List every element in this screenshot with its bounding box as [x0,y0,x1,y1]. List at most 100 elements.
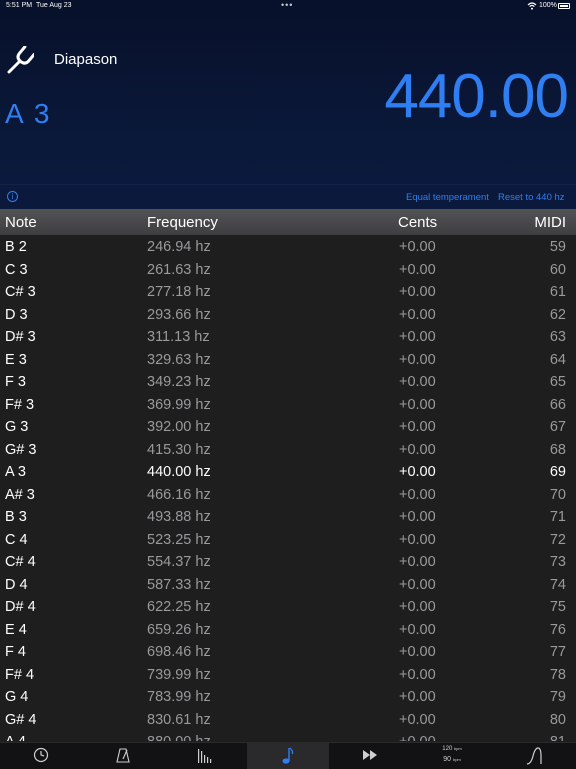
table-row[interactable]: B 3 493.88 hz +0.00 71 [0,506,576,529]
frequency-dot: . [484,62,502,131]
app-title: Diapason [54,51,118,68]
note-cell: A 4 [5,734,26,741]
table-row[interactable]: A# 3 466.16 hz +0.00 70 [0,484,576,507]
spectrum-icon [198,749,212,763]
table-row[interactable]: A 4 880.00 hz +0.00 81 [0,731,576,741]
note-cell: D# 4 [5,599,36,615]
table-row[interactable]: F 4 698.46 hz +0.00 77 [0,641,576,664]
cents-cell: +0.00 [399,464,436,480]
battery-percent: 100% [539,2,557,9]
midi-cell: 80 [549,711,566,728]
midi-cell: 65 [549,374,566,390]
cents-cell: +0.00 [399,306,436,323]
cents-cell: +0.00 [399,576,436,593]
midi-cell: 68 [549,441,566,458]
frequency-decimal: 00 [501,62,569,131]
cents-cell: +0.00 [399,239,436,255]
note-cell: B 3 [5,509,27,525]
note-cell: F# 4 [5,666,35,683]
tempo-top-unit: bpm [453,746,462,751]
midi-cell: 60 [549,261,566,278]
note-cell: G# 3 [5,441,37,458]
note-cell: D 3 [5,306,28,323]
multitasking-dots-icon[interactable]: ••• [281,0,293,10]
table-header: Note Frequency Cents MIDI [0,209,576,235]
tempo-bottom-unit: bpm [452,757,461,762]
table-row[interactable]: A 3 440.00 hz +0.00 69 [0,461,576,484]
cents-cell: +0.00 [399,396,436,413]
midi-cell: 69 [549,464,566,480]
midi-cell: 64 [549,351,566,368]
table-row[interactable]: E 3 329.63 hz +0.00 64 [0,349,576,372]
frequency-cell: 659.26 hz [147,621,211,638]
tab-metronome[interactable] [82,743,164,769]
frequency-cell: 329.63 hz [147,351,211,368]
note-cell: F 3 [5,374,26,390]
table-row[interactable]: D# 3 311.13 hz +0.00 63 [0,326,576,349]
table-row[interactable]: G 4 783.99 hz +0.00 79 [0,686,576,709]
cents-cell: +0.00 [399,666,436,683]
tab-fast-forward[interactable] [329,743,411,769]
table-row[interactable]: C 3 261.63 hz +0.00 60 [0,259,576,282]
cents-cell: +0.00 [399,711,436,728]
reset-link[interactable]: Reset to 440 hz [498,192,565,203]
midi-cell: 66 [549,396,566,413]
info-icon[interactable]: i [7,191,18,202]
battery-icon [558,3,570,9]
header: Diapason A 3 440.00 [0,14,576,184]
note-cell: D 4 [5,576,28,593]
header-note: Note [5,214,37,231]
table-row[interactable]: D 3 293.66 hz +0.00 62 [0,304,576,327]
temperament-link[interactable]: Equal temperament [406,192,489,203]
note-cell: B 2 [5,239,27,255]
table-row[interactable]: F# 3 369.99 hz +0.00 66 [0,394,576,417]
cents-cell: +0.00 [399,599,436,615]
frequency-cell: 587.33 hz [147,576,211,593]
tab-tuner[interactable] [247,743,329,769]
table-row[interactable]: F# 4 739.99 hz +0.00 78 [0,664,576,687]
table-row[interactable]: G# 3 415.30 hz +0.00 68 [0,439,576,462]
tab-spectrum[interactable] [164,743,246,769]
frequency-cell: 622.25 hz [147,599,211,615]
frequency-cell: 739.99 hz [147,666,211,683]
table-row[interactable]: F 3 349.23 hz +0.00 65 [0,371,576,394]
note-cell: D# 3 [5,329,36,345]
table-row[interactable]: E 4 659.26 hz +0.00 76 [0,619,576,642]
cents-cell: +0.00 [399,441,436,458]
tuning-fork-icon[interactable] [6,46,34,74]
tab-tempo[interactable]: 120 bpm 90 bpm [411,743,493,769]
metronome-icon [116,748,130,763]
status-time: 5:51 PM [6,2,33,9]
midi-cell: 67 [549,419,566,435]
fast-forward-icon [363,750,377,760]
table-row[interactable]: C# 4 554.37 hz +0.00 73 [0,551,576,574]
current-note: A 3 [5,98,52,129]
wifi-icon [527,2,537,10]
frequency-cell: 415.30 hz [147,441,211,458]
table-row[interactable]: G 3 392.00 hz +0.00 67 [0,416,576,439]
current-frequency[interactable]: 440.00 [384,66,569,128]
table-row[interactable]: D# 4 622.25 hz +0.00 75 [0,596,576,619]
header-cents: Cents [398,214,438,231]
table-row[interactable]: G# 4 830.61 hz +0.00 80 [0,709,576,732]
frequency-cell: 554.37 hz [147,554,211,570]
frequency-cell: 466.16 hz [147,486,211,503]
tab-wave[interactable] [494,743,576,769]
midi-cell: 79 [549,689,566,705]
note-table[interactable]: B 2 246.94 hz +0.00 59 C 3 261.63 hz +0.00 60 C#… [0,236,576,741]
note-cell: C 3 [5,261,28,278]
midi-cell: 77 [549,644,566,660]
note-cell: C# 4 [5,554,36,570]
cents-cell: +0.00 [399,486,436,503]
note-cell: A# 3 [5,486,35,503]
cents-cell: +0.00 [399,621,436,638]
midi-cell: 62 [549,306,566,323]
table-row[interactable]: C 4 523.25 hz +0.00 72 [0,529,576,552]
midi-cell: 71 [549,509,566,525]
cents-cell: +0.00 [399,734,436,741]
table-row[interactable]: B 2 246.94 hz +0.00 59 [0,236,576,259]
table-row[interactable]: C# 3 277.18 hz +0.00 61 [0,281,576,304]
cents-cell: +0.00 [399,284,436,300]
table-row[interactable]: D 4 587.33 hz +0.00 74 [0,574,576,597]
tab-clock[interactable] [0,743,82,769]
